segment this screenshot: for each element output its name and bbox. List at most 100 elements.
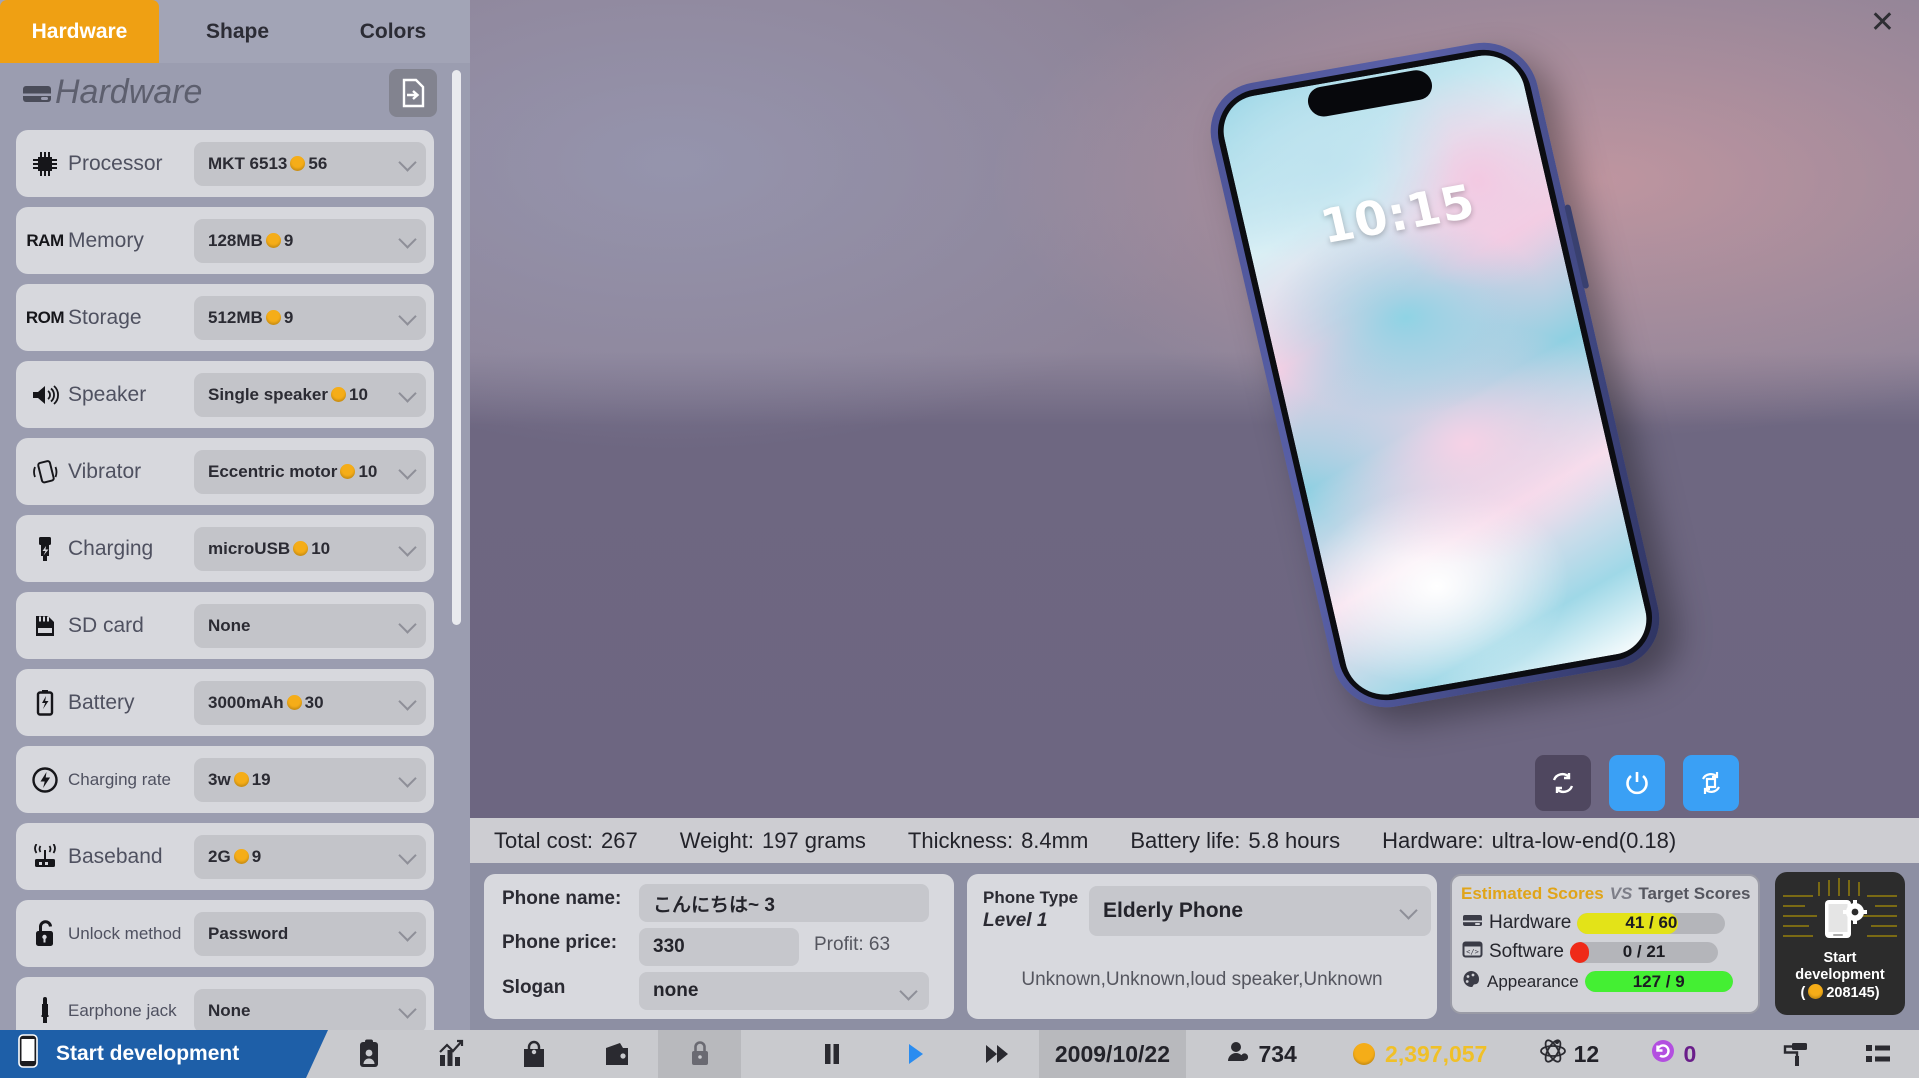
- sdcard-icon: [22, 613, 68, 639]
- hardware-row-select[interactable]: 2G9: [194, 835, 426, 879]
- hardware-row-storage[interactable]: ROMStorage512MB9: [16, 284, 434, 351]
- hardware-row-value: None: [208, 1001, 251, 1021]
- coin-icon: [287, 695, 302, 710]
- lock-icon[interactable]: [658, 1030, 741, 1078]
- slogan-select[interactable]: none: [639, 972, 929, 1010]
- hardware-row-select[interactable]: microUSB 10: [194, 527, 426, 571]
- hardware-row-select[interactable]: Password: [194, 912, 426, 956]
- hardware-row-select[interactable]: 128MB9: [194, 219, 426, 263]
- hardware-row-label: Charging rate: [68, 770, 194, 790]
- hardware-row-select[interactable]: MKT 651356: [194, 142, 426, 186]
- import-file-icon[interactable]: [389, 69, 437, 117]
- chevron-down-icon: [398, 461, 416, 479]
- score-label-hardware: Hardware: [1489, 912, 1571, 934]
- hardware-row-label: Speaker: [68, 383, 194, 407]
- hardware-row-label: Battery: [68, 691, 194, 715]
- power-icon[interactable]: [1609, 755, 1665, 811]
- cycle-stat[interactable]: 0: [1650, 1038, 1696, 1070]
- hardware-row-processor[interactable]: ProcessorMKT 651356: [16, 130, 434, 197]
- hardware-row-value: 128MB: [208, 231, 263, 251]
- stat-value-weight: 197 grams: [762, 828, 866, 854]
- start-development-button[interactable]: Start development (208145): [1775, 872, 1905, 1015]
- bottom-panels: Phone name: こんにちは~ 3 Phone price: 330 Pr…: [470, 868, 1919, 1030]
- hardware-row-baseband[interactable]: Baseband2G9: [16, 823, 434, 890]
- hardware-row-value: 3000mAh: [208, 693, 284, 713]
- scores-card: Estimated Scores VS Target Scores Hardwa…: [1450, 874, 1760, 1014]
- hardware-row-sd-card[interactable]: SD cardNone: [16, 592, 434, 659]
- wallet-icon[interactable]: [576, 1030, 659, 1078]
- start-development-label: Start development (208145): [1775, 950, 1905, 1002]
- chevron-down-icon: [398, 615, 416, 633]
- stat-label-hardware: Hardware:: [1382, 828, 1483, 854]
- page-title: Hardware: [55, 73, 202, 112]
- hardware-row-select[interactable]: 3w19: [194, 758, 426, 802]
- list-icon[interactable]: [1836, 1030, 1919, 1078]
- score-label-software: Software: [1489, 941, 1564, 963]
- hardware-row-earphone-jack[interactable]: Earphone jackNone: [16, 977, 434, 1030]
- charging-rate-icon: [22, 766, 68, 794]
- hardware-row-label: Unlock method: [68, 924, 194, 944]
- phone-name-input[interactable]: こんにちは~ 3: [639, 884, 929, 922]
- stat-label-total-cost: Total cost:: [494, 828, 593, 854]
- refresh-icon[interactable]: [1535, 755, 1591, 811]
- stats-bar: Total cost: 267 Weight: 197 grams Thickn…: [470, 818, 1919, 863]
- score-row-appearance: Appearance 127 / 9: [1462, 970, 1733, 993]
- money-stat[interactable]: 2,397,057: [1350, 1041, 1487, 1068]
- sidebar-scrollbar[interactable]: [452, 70, 461, 625]
- battery-icon: [22, 689, 68, 717]
- rotate-3d-icon[interactable]: [1683, 755, 1739, 811]
- chevron-down-icon: [398, 692, 416, 710]
- hardware-row-battery[interactable]: Battery 3000mAh 30: [16, 669, 434, 736]
- hardware-row-cost: 10: [349, 385, 368, 405]
- chevron-down-icon: [398, 769, 416, 787]
- hardware-row-select[interactable]: None: [194, 989, 426, 1031]
- coin-icon: [290, 156, 305, 171]
- phone-3d-model[interactable]: 10:15: [1200, 35, 1669, 716]
- chevron-down-icon: [899, 982, 917, 1000]
- dev-line2: development: [1795, 967, 1884, 983]
- hardware-row-charging-rate[interactable]: Charging rate3w19: [16, 746, 434, 813]
- phone-type-select[interactable]: Elderly Phone: [1089, 886, 1431, 936]
- taskbar-start-development-button[interactable]: Start development: [0, 1030, 306, 1078]
- score-bar-appearance: 127 / 9: [1585, 971, 1733, 992]
- tab-hardware[interactable]: Hardware: [0, 0, 159, 63]
- fast-forward-icon[interactable]: [956, 1030, 1039, 1078]
- profit-value: Profit: 63: [814, 934, 890, 956]
- hardware-row-cost: 30: [305, 693, 324, 713]
- hardware-row-memory[interactable]: RAMMemory128MB9: [16, 207, 434, 274]
- research-stat[interactable]: 12: [1539, 1038, 1600, 1070]
- population-stat[interactable]: 734: [1225, 1039, 1296, 1069]
- hardware-row-cost: 10: [358, 462, 377, 482]
- tab-colors[interactable]: Colors: [316, 0, 470, 63]
- bag-icon[interactable]: [493, 1030, 576, 1078]
- play-icon[interactable]: [873, 1030, 956, 1078]
- tab-shape[interactable]: Shape: [159, 0, 316, 63]
- chart-icon[interactable]: [410, 1030, 493, 1078]
- hardware-row-select[interactable]: 512MB9: [194, 296, 426, 340]
- hardware-row-cost: 10: [311, 539, 330, 559]
- hardware-row-speaker[interactable]: SpeakerSingle speaker10: [16, 361, 434, 428]
- hardware-row-value: microUSB: [208, 539, 290, 559]
- hardware-row-cost: 9: [284, 308, 293, 328]
- pause-icon[interactable]: [791, 1030, 874, 1078]
- hardware-row-label: Processor: [68, 152, 194, 176]
- hardware-row-label: Baseband: [68, 845, 194, 869]
- hardware-row-select[interactable]: Eccentric motor10: [194, 450, 426, 494]
- stat-value-hardware: ultra-low-end(0.18): [1492, 828, 1677, 854]
- phone-price-input[interactable]: 330: [639, 928, 799, 966]
- hardware-row-value: MKT 6513: [208, 154, 287, 174]
- coin-icon: [331, 387, 346, 402]
- close-icon[interactable]: ✕: [1870, 8, 1895, 38]
- game-date[interactable]: 2009/10/22: [1039, 1030, 1186, 1078]
- cycle-value: 0: [1683, 1041, 1696, 1068]
- hardware-row-select[interactable]: Single speaker10: [194, 373, 426, 417]
- clipboard-icon[interactable]: [327, 1030, 410, 1078]
- hardware-row-vibrator[interactable]: VibratorEccentric motor10: [16, 438, 434, 505]
- hardware-row-select[interactable]: None: [194, 604, 426, 648]
- slogan-label: Slogan: [502, 977, 565, 999]
- hardware-row-select[interactable]: 3000mAh 30: [194, 681, 426, 725]
- hardware-row-unlock-method[interactable]: Unlock methodPassword: [16, 900, 434, 967]
- paint-roller-icon[interactable]: [1753, 1030, 1836, 1078]
- hardware-row-charging[interactable]: ChargingmicroUSB10: [16, 515, 434, 582]
- coin-icon: [1353, 1043, 1375, 1065]
